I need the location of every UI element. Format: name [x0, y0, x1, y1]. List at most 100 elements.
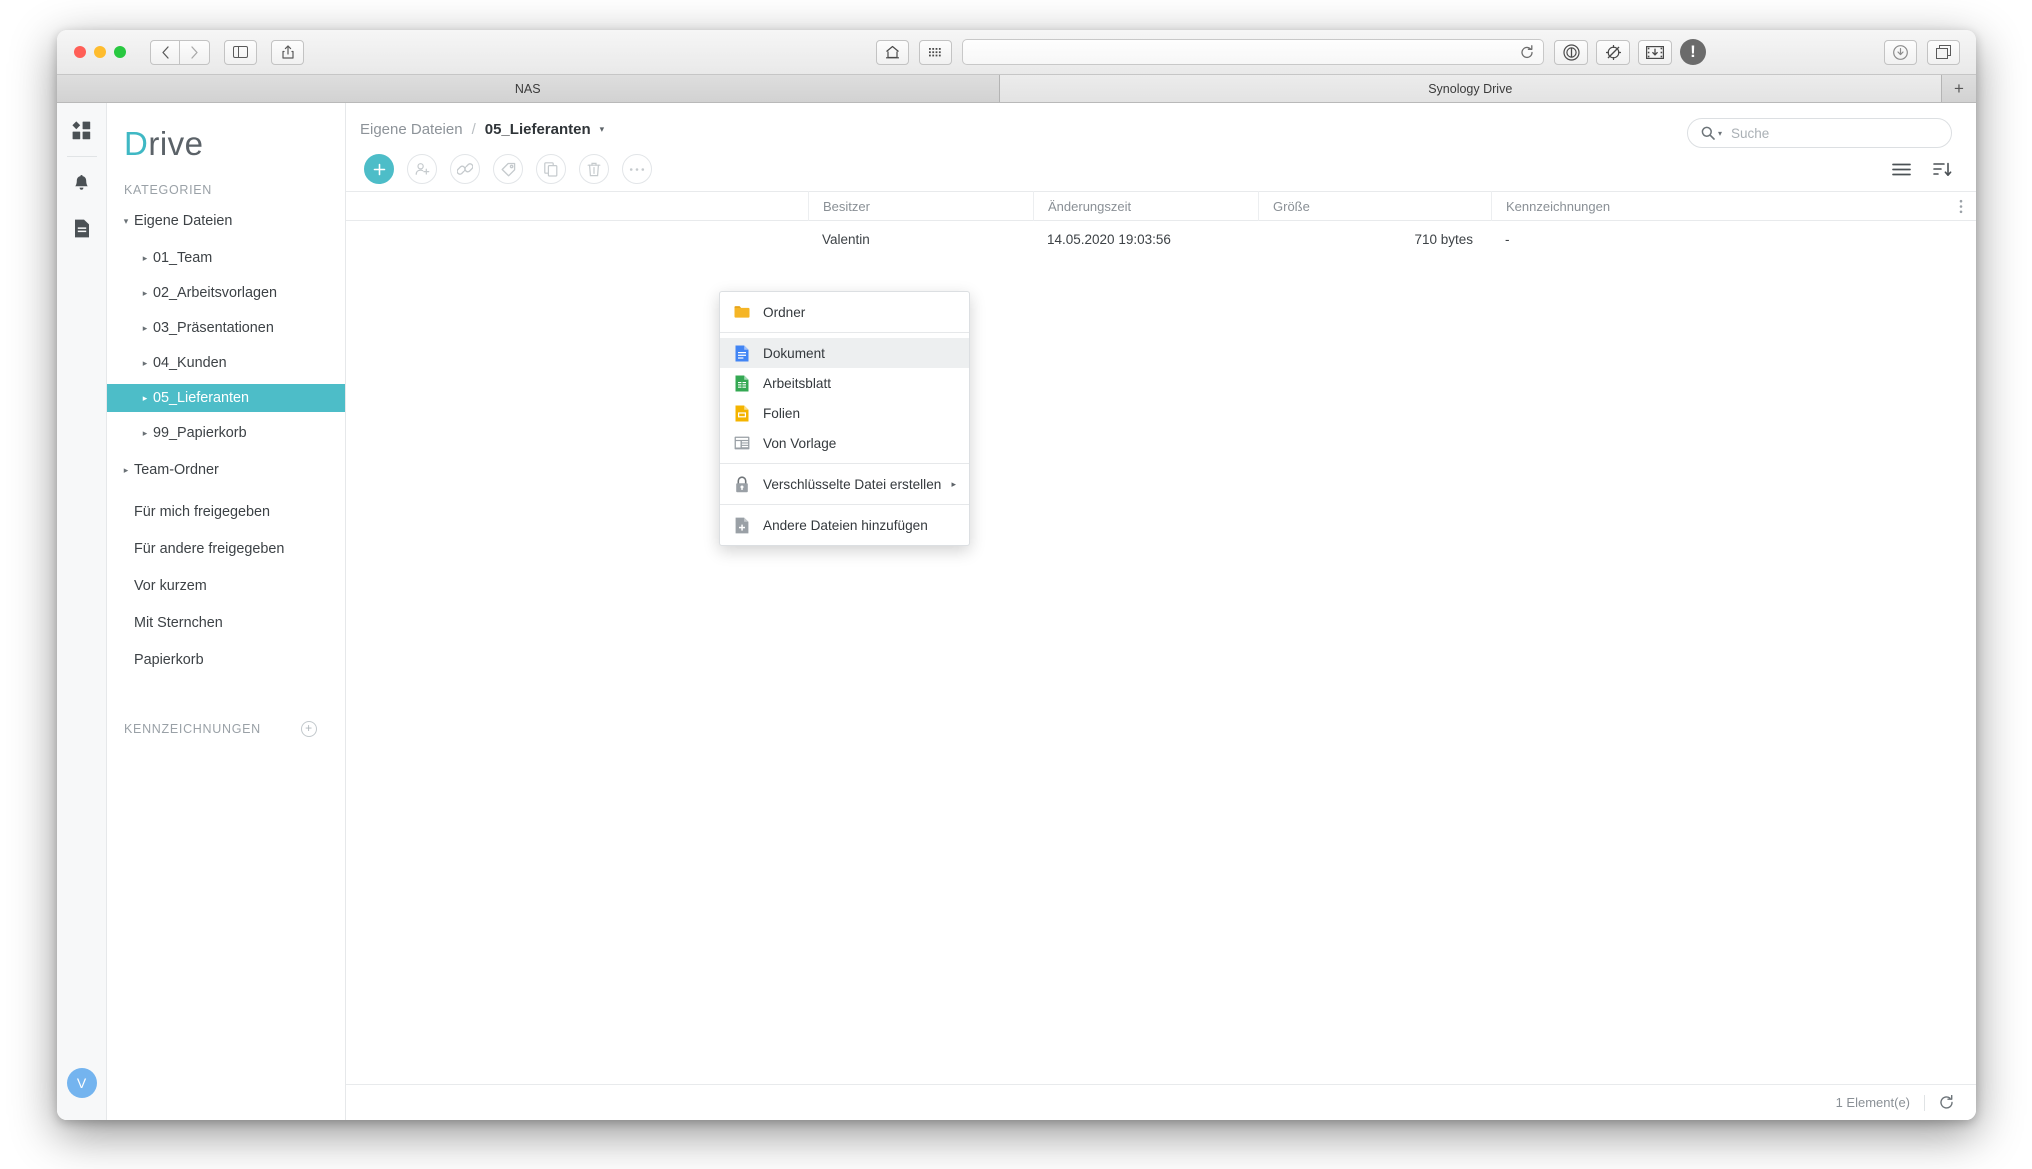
categories-heading: KATEGORIEN — [124, 183, 213, 197]
main-content: Eigene Dateien / 05_Lieferanten ▾ ▾ Such… — [346, 103, 1976, 1120]
chevron-right-icon[interactable]: ▸ — [137, 253, 153, 264]
new-tab-button[interactable]: + — [1942, 75, 1976, 102]
menu-divider — [720, 463, 969, 464]
menu-item-label: Ordner — [763, 304, 806, 320]
chevron-right-icon[interactable]: ▸ — [137, 323, 153, 334]
apps-grid-icon[interactable] — [918, 39, 952, 65]
menu-divider — [720, 504, 969, 505]
menu-item-label: Verschlüsselte Datei erstellen — [763, 476, 942, 492]
sidebar-item-label: 99_Papierkorb — [153, 425, 247, 441]
chevron-right-icon[interactable]: ▸ — [951, 479, 956, 490]
chevron-down-icon[interactable]: ▾ — [118, 216, 134, 227]
chevron-right-icon[interactable]: ▸ — [137, 288, 153, 299]
cell-name — [346, 221, 808, 257]
download-icon[interactable] — [1884, 39, 1917, 65]
sidebar-item-05-lieferanten[interactable]: ▸ 05_Lieferanten — [107, 384, 345, 412]
tracker-icon[interactable] — [1596, 39, 1630, 65]
list-view-icon[interactable] — [1892, 163, 1911, 176]
bell-icon[interactable] — [73, 175, 90, 193]
sidebar-item-label: 02_Arbeitsvorlagen — [153, 285, 277, 301]
address-bar[interactable] — [961, 39, 1544, 65]
refresh-icon[interactable] — [1939, 1095, 1954, 1110]
lock-icon — [734, 475, 750, 492]
delete-button[interactable] — [579, 154, 609, 184]
breadcrumb-current[interactable]: 05_Lieferanten — [485, 121, 591, 138]
column-header-owner[interactable]: Besitzer — [808, 191, 1033, 221]
google-doc-icon — [734, 345, 750, 361]
menu-item-von-vorlage[interactable]: Von Vorlage — [720, 428, 969, 458]
sidebar-item-vor-kurzem[interactable]: Vor kurzem — [107, 569, 345, 603]
browser-toolbar: ! — [57, 30, 1976, 75]
create-menu: Ordner Dokument Arbeitsblatt Folien Von … — [719, 291, 970, 546]
privacy-icon[interactable] — [1554, 39, 1588, 65]
sidebar-icon[interactable] — [224, 39, 257, 65]
sidebar-item-03-praesentationen[interactable]: ▸ 03_Präsentationen — [107, 314, 345, 342]
share-user-button[interactable] — [407, 154, 437, 184]
chevron-right-icon[interactable]: ▸ — [118, 465, 134, 476]
tag-button[interactable] — [493, 154, 523, 184]
chevron-right-icon[interactable]: ▸ — [137, 393, 153, 404]
column-header-size[interactable]: Größe — [1258, 191, 1491, 221]
sidebar-item-04-kunden[interactable]: ▸ 04_Kunden — [107, 349, 345, 377]
vertical-dots-icon[interactable] — [1946, 191, 1976, 221]
add-tag-icon[interactable]: + — [301, 721, 317, 737]
minimize-window-button[interactable] — [94, 46, 106, 58]
tags-heading-label: KENNZEICHNUNGEN — [124, 722, 261, 736]
search-input[interactable] — [1731, 125, 1922, 141]
reload-icon — [1521, 44, 1533, 58]
column-header-modified[interactable]: Änderungszeit — [1033, 191, 1258, 221]
tab-nas[interactable]: NAS — [57, 75, 1000, 102]
sidebar-item-eigene-dateien[interactable]: ▾ Eigene Dateien — [107, 207, 345, 235]
chevron-right-icon[interactable]: ▸ — [137, 358, 153, 369]
link-button[interactable] — [450, 154, 480, 184]
sidebar-item-01-team[interactable]: ▸ 01_Team — [107, 244, 345, 272]
tab-synology-drive[interactable]: Synology Drive — [999, 75, 1942, 102]
maximize-window-button[interactable] — [114, 46, 126, 58]
chevron-down-icon[interactable]: ▾ — [1718, 129, 1722, 138]
search-box[interactable]: ▾ — [1687, 118, 1952, 148]
column-header-name[interactable]: Name — [346, 191, 808, 221]
create-button[interactable] — [364, 154, 394, 184]
table-row[interactable]: Valentin 14.05.2020 19:03:56 710 bytes - — [346, 221, 1976, 257]
menu-item-dokument[interactable]: Dokument — [720, 338, 969, 368]
warning-icon[interactable]: ! — [1680, 39, 1706, 65]
forward-icon[interactable] — [180, 39, 210, 65]
action-toolbar — [346, 147, 1976, 191]
copy-button[interactable] — [536, 154, 566, 184]
chevron-down-icon[interactable]: ▾ — [600, 124, 605, 135]
menu-item-label: Folien — [763, 405, 801, 421]
logo-letter-d: D — [124, 125, 149, 162]
video-download-icon[interactable] — [1638, 39, 1672, 65]
rail-divider — [66, 156, 97, 157]
sidebar-item-papierkorb[interactable]: Papierkorb — [107, 643, 345, 677]
breadcrumb-separator: / — [471, 120, 476, 138]
menu-item-label: Andere Dateien hinzufügen — [763, 517, 928, 533]
sidebar-item-99-papierkorb[interactable]: ▸ 99_Papierkorb — [107, 419, 345, 447]
menu-item-arbeitsblatt[interactable]: Arbeitsblatt — [720, 368, 969, 398]
column-header-tags[interactable]: Kennzeichnungen — [1491, 191, 1946, 221]
menu-item-label: Dokument — [763, 345, 825, 361]
chevron-right-icon[interactable]: ▸ — [137, 428, 153, 439]
back-icon[interactable] — [150, 39, 180, 65]
breadcrumb-root[interactable]: Eigene Dateien — [360, 121, 463, 138]
document-icon[interactable] — [74, 219, 90, 238]
menu-item-ordner[interactable]: Ordner — [720, 297, 969, 327]
home-icon[interactable] — [875, 39, 909, 65]
view-tools — [1892, 162, 1952, 177]
menu-item-folien[interactable]: Folien — [720, 398, 969, 428]
sidebar-item-fuer-andere-freigegeben[interactable]: Für andere freigegeben — [107, 532, 345, 566]
more-button[interactable] — [622, 154, 652, 184]
sidebar-item-team-ordner[interactable]: ▸ Team-Ordner — [107, 456, 345, 484]
share-icon[interactable] — [271, 39, 304, 65]
sidebar-item-fuer-mich-freigegeben[interactable]: Für mich freigegeben — [107, 495, 345, 529]
user-avatar[interactable]: V — [66, 1068, 97, 1098]
status-divider — [1924, 1094, 1925, 1111]
sort-descending-icon[interactable] — [1933, 162, 1952, 177]
tab-overview-icon[interactable] — [1927, 39, 1960, 65]
sidebar-item-02-arbeitsvorlagen[interactable]: ▸ 02_Arbeitsvorlagen — [107, 279, 345, 307]
sidebar-item-mit-sternchen[interactable]: Mit Sternchen — [107, 606, 345, 640]
menu-item-andere-dateien-hinzufuegen[interactable]: Andere Dateien hinzufügen — [720, 510, 969, 540]
close-window-button[interactable] — [74, 46, 86, 58]
apps-grid-icon[interactable] — [72, 121, 91, 140]
menu-item-verschluesselte-datei-erstellen[interactable]: Verschlüsselte Datei erstellen ▸ — [720, 469, 969, 499]
